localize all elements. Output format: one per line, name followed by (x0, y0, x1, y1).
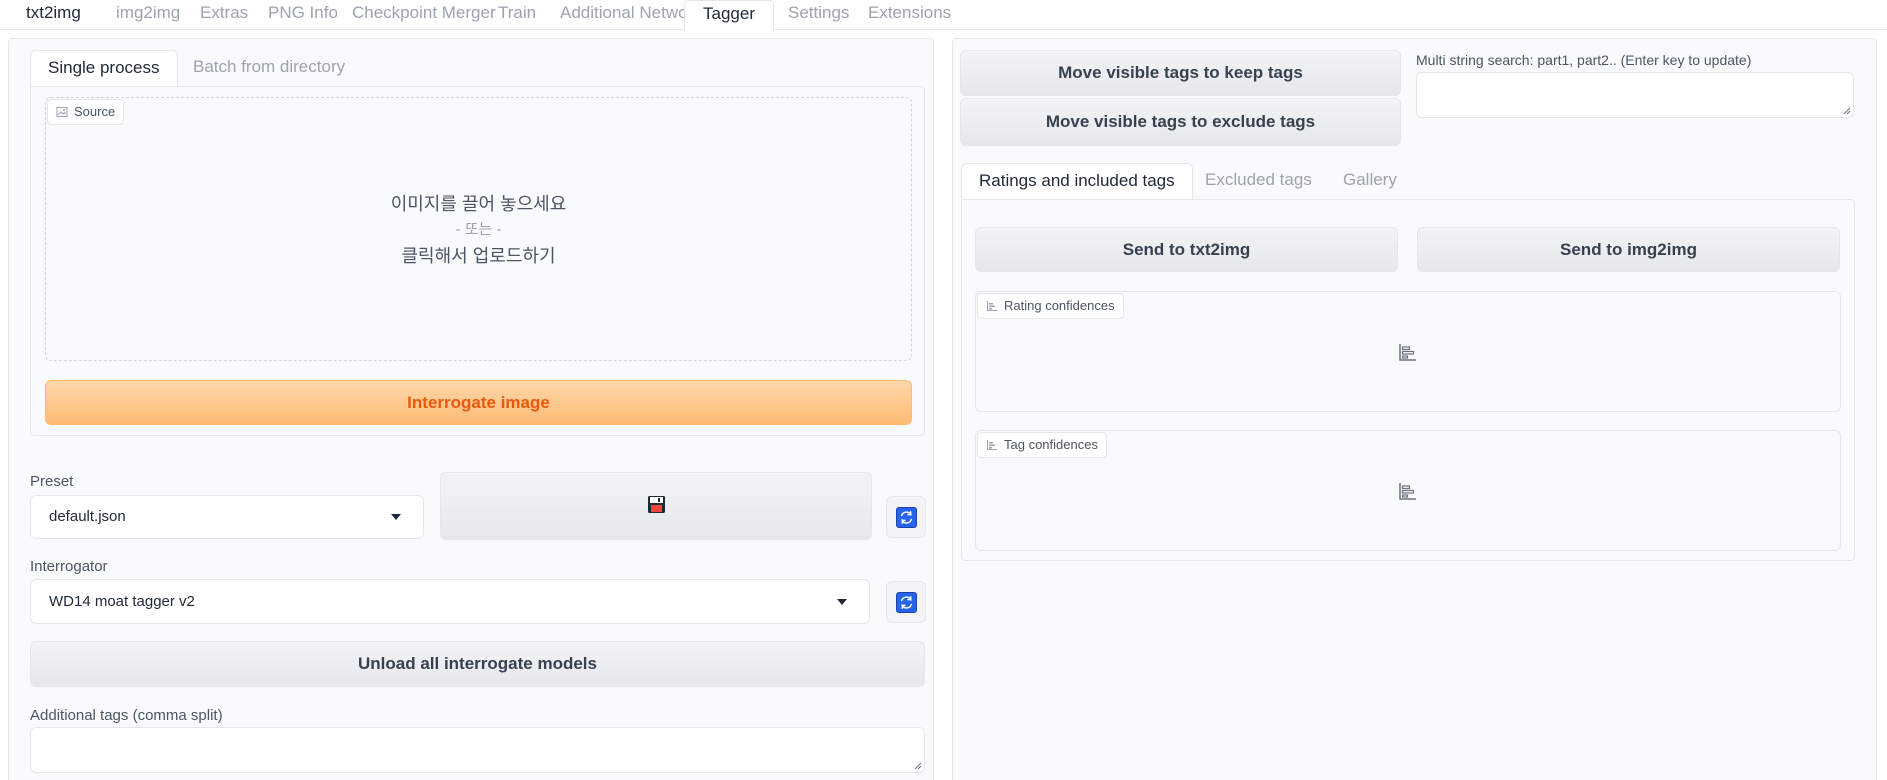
preset-value: default.json (49, 508, 126, 525)
interrogator-dropdown[interactable]: WD14 moat tagger v2 (30, 579, 870, 624)
bar-chart-icon (987, 301, 997, 311)
send-to-img2img-button[interactable]: Send to img2img (1417, 227, 1840, 272)
additional-tags-label: Additional tags (comma split) (30, 707, 223, 724)
preset-dropdown[interactable]: default.json (30, 495, 424, 539)
interrogator-label: Interrogator (30, 558, 108, 575)
interrogator-refresh-button[interactable] (896, 592, 917, 613)
search-label: Multi string search: part1, part2.. (Ent… (1416, 52, 1752, 68)
chevron-down-icon (391, 514, 401, 520)
drop-instruction: 이미지를 끌어 놓으세요 (390, 194, 567, 214)
source-image-dropzone[interactable]: Source 이미지를 끌어 놓으세요 - 또는 - 클릭해서 업로드하기 (45, 97, 912, 361)
interrogator-value: WD14 moat tagger v2 (49, 593, 195, 610)
rating-confidences-box: Rating confidences (975, 291, 1841, 412)
tab-txt2img[interactable]: txt2img (0, 0, 99, 30)
bar-chart-icon (987, 440, 997, 450)
send-to-txt2img-button[interactable]: Send to txt2img (975, 227, 1398, 272)
tab-batch-from-directory[interactable]: Batch from directory (176, 50, 362, 86)
move-to-keep-button[interactable]: Move visible tags to keep tags (960, 50, 1401, 96)
drop-or-text: - 또는 - (455, 221, 502, 238)
chevron-down-icon (837, 598, 847, 605)
tab-excluded-tags[interactable]: Excluded tags (1188, 163, 1329, 199)
source-label: Source (47, 99, 125, 125)
save-preset-button[interactable] (440, 472, 872, 540)
tab-single-process[interactable]: Single process (30, 50, 178, 87)
source-label-text: Source (74, 104, 116, 119)
resize-grip-icon[interactable] (1843, 107, 1851, 115)
tag-confidences-label: Tag confidences (977, 432, 1107, 458)
tab-extensions[interactable]: Extensions (850, 0, 969, 30)
bar-chart-icon (1399, 344, 1416, 361)
additional-tags-input[interactable] (30, 727, 925, 773)
refresh-icon (900, 511, 913, 524)
bar-chart-icon (1399, 483, 1416, 500)
multi-string-search-input[interactable] (1416, 72, 1854, 118)
tag-confidences-box: Tag confidences (975, 430, 1841, 551)
floppy-disk-icon (648, 496, 665, 513)
preset-refresh-button[interactable] (896, 507, 917, 528)
move-to-exclude-button[interactable]: Move visible tags to exclude tags (960, 98, 1401, 146)
main-tab-bar: txt2img img2img Extras PNG Info Checkpoi… (0, 0, 1887, 31)
resize-grip-icon[interactable] (914, 762, 922, 770)
rating-confidences-label: Rating confidences (977, 293, 1124, 319)
click-upload-text: 클릭해서 업로드하기 (401, 246, 556, 266)
preset-label: Preset (30, 473, 74, 490)
tab-tagger[interactable]: Tagger (684, 0, 774, 31)
refresh-icon (900, 596, 913, 609)
tab-ratings-included[interactable]: Ratings and included tags (961, 163, 1193, 200)
unload-models-button[interactable]: Unload all interrogate models (30, 641, 925, 687)
interrogate-image-button[interactable]: Interrogate image (45, 380, 912, 425)
tag-confidences-label-text: Tag confidences (1004, 437, 1098, 452)
tab-gallery[interactable]: Gallery (1326, 163, 1414, 199)
rating-confidences-label-text: Rating confidences (1004, 298, 1115, 313)
image-icon (56, 107, 68, 117)
preset-refresh-wrap (886, 496, 926, 538)
interrogator-refresh-wrap (886, 581, 926, 623)
